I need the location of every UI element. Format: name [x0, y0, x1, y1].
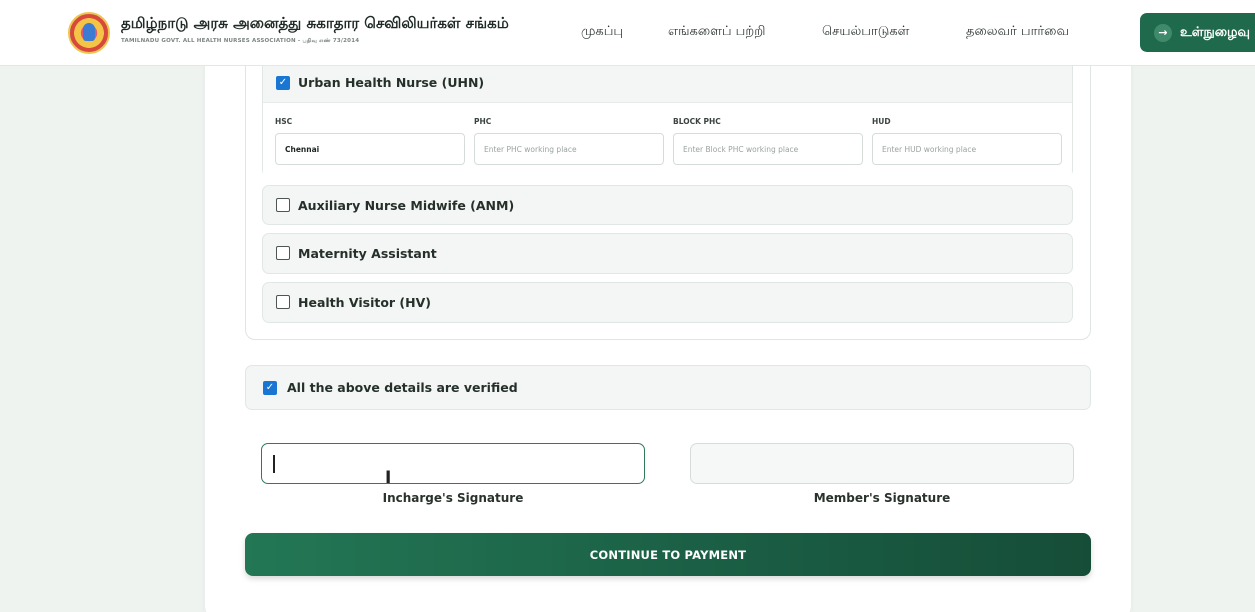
site-title[interactable]: தமிழ்நாடு அரசு அனைத்து சுகாதார செவிலியர்…: [121, 14, 509, 34]
nav-about[interactable]: எங்களைப் பற்றி: [668, 24, 765, 40]
phc-input[interactable]: Enter PHC working place: [474, 133, 664, 165]
nav-activities[interactable]: செயல்பாடுகள்: [822, 24, 909, 40]
block-phc-label: BLOCK PHC: [673, 117, 721, 126]
checkbox-health-visitor[interactable]: [276, 295, 290, 309]
member-signature-label: Member's Signature: [813, 491, 951, 505]
option-anm-row[interactable]: Auxiliary Nurse Midwife (ANM): [263, 186, 1072, 224]
ibeam-cursor-icon: I: [385, 468, 392, 488]
option-hv-row[interactable]: Health Visitor (HV): [263, 283, 1072, 321]
option-health-visitor[interactable]: Health Visitor (HV): [262, 282, 1073, 323]
nav-home[interactable]: முகப்பு: [581, 24, 623, 40]
checkbox-maternity-assistant[interactable]: [276, 246, 290, 260]
option-uhn: ✓ Urban Health Nurse (UHN) HSC Chennai P…: [262, 60, 1073, 179]
option-maternity-assistant[interactable]: Maternity Assistant: [262, 233, 1073, 274]
option-hv-label: Health Visitor (HV): [298, 294, 431, 310]
nav-leader-view[interactable]: தலைவர் பார்வை: [966, 24, 1069, 40]
hsc-input[interactable]: Chennai: [275, 133, 465, 165]
option-ma-row[interactable]: Maternity Assistant: [263, 234, 1072, 272]
hsc-label: HSC: [275, 117, 293, 126]
site-subtitle: TAMILNADU GOVT. ALL HEALTH NURSES ASSOCI…: [121, 38, 360, 44]
checkbox-verified[interactable]: ✓: [263, 380, 277, 395]
logo-emblem: [83, 23, 95, 41]
option-uhn-row[interactable]: ✓ Urban Health Nurse (UHN): [263, 61, 1072, 102]
continue-to-payment-button[interactable]: CONTINUE TO PAYMENT: [245, 533, 1091, 576]
hud-input[interactable]: Enter HUD working place: [872, 133, 1062, 165]
option-anm[interactable]: Auxiliary Nurse Midwife (ANM): [262, 185, 1073, 225]
option-uhn-label: Urban Health Nurse (UHN): [298, 75, 485, 90]
verify-label: All the above details are verified: [287, 380, 518, 395]
verify-row[interactable]: ✓ All the above details are verified: [245, 365, 1091, 410]
member-signature-input[interactable]: [690, 443, 1074, 484]
block-phc-input[interactable]: Enter Block PHC working place: [673, 133, 863, 165]
text-caret: [273, 455, 275, 473]
login-label: உள்நுழைவு: [1180, 24, 1250, 40]
option-anm-label: Auxiliary Nurse Midwife (ANM): [298, 197, 515, 213]
phc-label: PHC: [474, 117, 492, 126]
incharge-signature-label: Incharge's Signature: [382, 491, 524, 505]
hud-label: HUD: [872, 117, 891, 126]
checkbox-uhn[interactable]: ✓: [276, 75, 290, 90]
login-button[interactable]: → உள்நுழைவு: [1140, 13, 1255, 52]
uhn-fields: HSC Chennai PHC Enter PHC working place …: [263, 102, 1072, 179]
checkbox-anm[interactable]: [276, 198, 290, 212]
incharge-signature-input[interactable]: I: [261, 443, 645, 488]
option-ma-label: Maternity Assistant: [298, 245, 437, 261]
arrow-right-icon: →: [1154, 23, 1172, 42]
site-header: தமிழ்நாடு அரசு அனைத்து சுகாதார செவிலியர்…: [0, 0, 1255, 66]
association-logo[interactable]: [68, 12, 110, 54]
